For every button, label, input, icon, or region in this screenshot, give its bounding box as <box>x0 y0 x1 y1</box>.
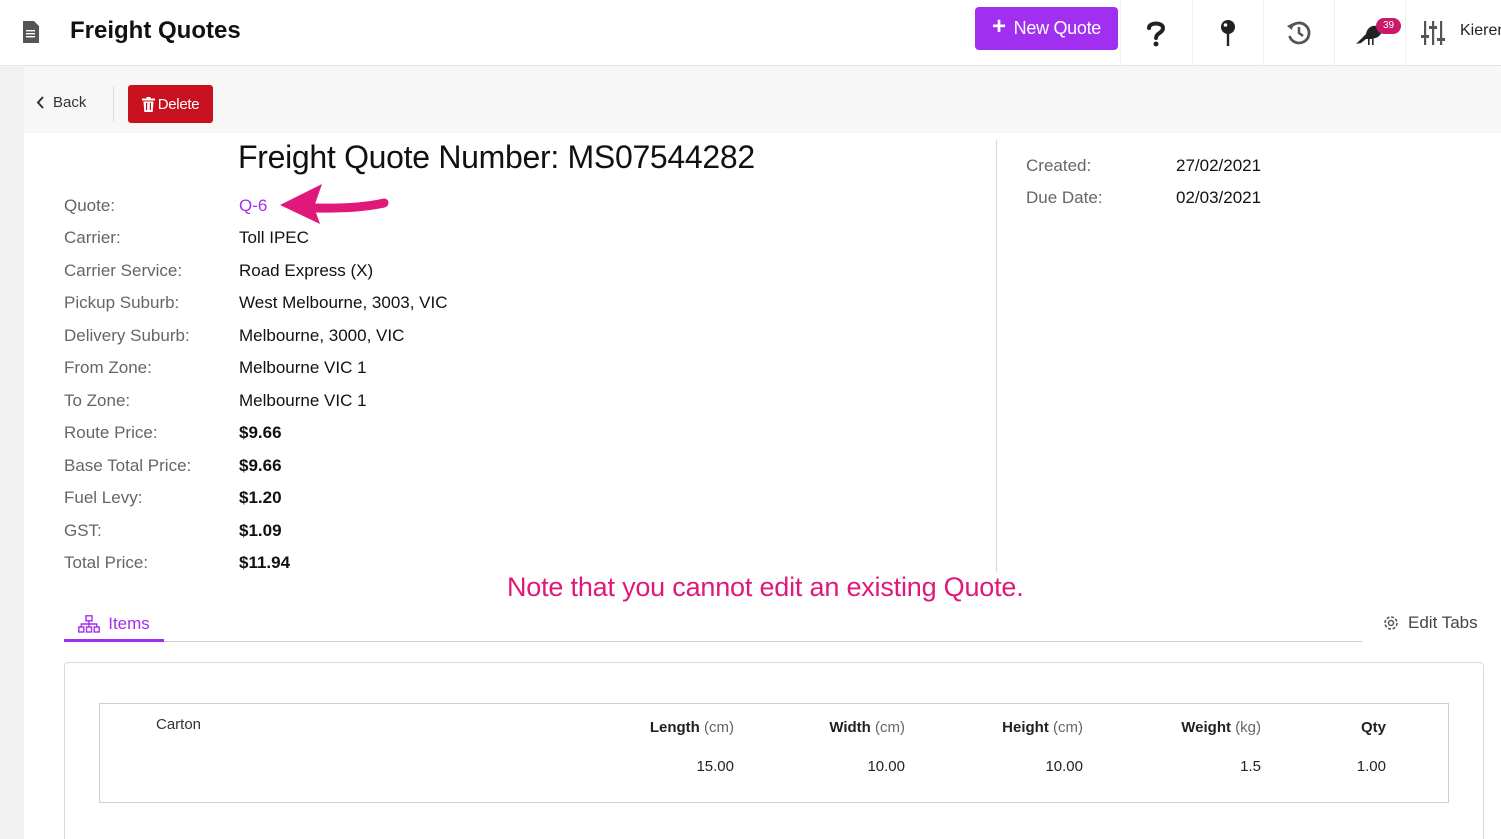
detail-row-total-price: Total Price: $11.94 <box>64 551 290 575</box>
column-header-length: Length (cm) <box>650 719 734 736</box>
back-button[interactable]: Back <box>36 94 86 111</box>
field-value: $9.66 <box>239 456 282 475</box>
item-card <box>99 703 1449 803</box>
delete-label: Delete <box>157 95 200 113</box>
column-unit: (kg) <box>1235 719 1261 736</box>
help-button[interactable] <box>1120 0 1190 66</box>
delete-button[interactable]: Delete <box>128 85 213 123</box>
meta-value: 27/02/2021 <box>1176 156 1262 175</box>
sitemap-icon <box>78 614 101 633</box>
field-value: $9.66 <box>239 423 282 442</box>
field-label: Route Price: <box>64 423 158 442</box>
history-button[interactable] <box>1263 0 1333 66</box>
detail-row-to-zone: To Zone: Melbourne VIC 1 <box>64 389 367 413</box>
detail-row-carrier-service: Carrier Service: Road Express (X) <box>64 259 373 283</box>
meta-label: Created: <box>1026 156 1092 175</box>
field-label: Quote: <box>64 196 116 215</box>
column-name: Width <box>829 719 871 736</box>
detail-row-from-zone: From Zone: Melbourne VIC 1 <box>64 356 367 380</box>
detail-row-pickup-suburb: Pickup Suburb: West Melbourne, 3003, VIC <box>64 291 448 315</box>
meta-row-created: Created: 27/02/2021 <box>1026 154 1261 178</box>
item-qty: 1.00 <box>1356 758 1386 775</box>
field-value: Toll IPEC <box>239 228 309 247</box>
question-mark-icon <box>1146 21 1165 47</box>
top-bar: Freight Quotes + New Quote 39 Kiere <box>0 0 1501 66</box>
app-title: Freight Quotes <box>70 17 241 44</box>
edit-tabs-button[interactable]: Edit Tabs <box>1382 613 1478 633</box>
column-unit: (cm) <box>875 719 905 736</box>
tab-items[interactable]: Items <box>64 608 164 642</box>
field-label: Carrier Service: <box>64 261 183 280</box>
pin-button[interactable] <box>1192 0 1262 66</box>
field-value: Road Express (X) <box>239 261 374 280</box>
field-label: To Zone: <box>64 391 131 410</box>
gear-icon <box>1384 616 1398 630</box>
item-height: 10.00 <box>1045 758 1083 775</box>
detail-row-delivery-suburb: Delivery Suburb: Melbourne, 3000, VIC <box>64 324 404 348</box>
history-icon <box>1286 21 1310 45</box>
field-value: $1.09 <box>239 521 282 540</box>
annotation-note: Note that you cannot edit an existing Qu… <box>507 572 1024 602</box>
detail-row-gst: GST: $1.09 <box>64 519 282 543</box>
left-gutter <box>0 67 24 839</box>
action-bar <box>24 67 1501 133</box>
column-unit: (cm) <box>1053 719 1083 736</box>
column-name: Weight <box>1181 719 1231 736</box>
trash-icon <box>141 96 155 112</box>
detail-row-quote: Quote: Q-6 <box>64 194 267 218</box>
field-label: Total Price: <box>64 553 149 572</box>
field-value: Melbourne VIC 1 <box>239 391 367 410</box>
field-label: Pickup Suburb: <box>64 293 180 312</box>
meta-row-due-date: Due Date: 02/03/2021 <box>1026 186 1261 210</box>
field-value: $1.20 <box>239 488 282 507</box>
field-label: Delivery Suburb: <box>64 326 190 345</box>
detail-row-carrier: Carrier: Toll IPEC <box>64 226 309 250</box>
document-icon <box>23 21 39 43</box>
new-quote-button[interactable]: + New Quote <box>975 7 1118 50</box>
item-weight: 1.5 <box>1240 758 1261 775</box>
detail-row-base-total-price: Base Total Price: $9.66 <box>64 454 282 478</box>
settings-button[interactable] <box>1405 0 1460 66</box>
field-value: Melbourne, 3000, VIC <box>239 326 405 345</box>
column-header-weight: Weight (kg) <box>1181 719 1261 736</box>
column-name: Height <box>1002 719 1049 736</box>
column-header-qty: Qty <box>1361 719 1386 736</box>
vertical-divider <box>996 140 997 572</box>
field-label: From Zone: <box>64 358 152 377</box>
field-value: $11.94 <box>239 553 291 572</box>
detail-row-route-price: Route Price: $9.66 <box>64 421 282 445</box>
tab-items-label: Items <box>108 613 150 633</box>
chevron-left-icon <box>36 96 44 109</box>
column-name: Length <box>649 719 700 736</box>
annotation-arrow <box>280 184 389 224</box>
tab-bar-line <box>64 641 1362 642</box>
notification-badge: 39 <box>1376 18 1401 34</box>
field-label: Carrier: <box>64 228 121 247</box>
item-length: 15.00 <box>696 758 734 775</box>
meta-value: 02/03/2021 <box>1176 188 1262 207</box>
back-label: Back <box>53 94 87 111</box>
field-label: Fuel Levy: <box>64 488 143 507</box>
new-quote-label: New Quote <box>1013 18 1102 38</box>
column-unit: (cm) <box>704 719 734 736</box>
column-name: Qty <box>1360 719 1386 736</box>
field-label: GST: <box>64 521 102 540</box>
toolbar-divider <box>113 86 114 122</box>
pin-icon <box>1220 20 1235 46</box>
user-menu[interactable]: Kieren <box>1460 22 1501 40</box>
page-title: Freight Quote Number: MS07544282 <box>238 139 755 175</box>
detail-row-fuel-levy: Fuel Levy: $1.20 <box>64 486 282 510</box>
field-value: Melbourne VIC 1 <box>239 358 367 377</box>
quote-link[interactable]: Q-6 <box>239 196 267 216</box>
field-value: West Melbourne, 3003, VIC <box>239 293 448 312</box>
field-label: Base Total Price: <box>64 456 192 475</box>
meta-label: Due Date: <box>1026 188 1103 207</box>
plus-icon: + <box>991 13 1006 40</box>
sliders-icon <box>1421 21 1445 45</box>
item-name: Carton <box>156 716 202 733</box>
column-header-width: Width (cm) <box>829 719 905 736</box>
column-header-height: Height (cm) <box>1002 719 1083 736</box>
edit-tabs-label: Edit Tabs <box>1408 613 1478 632</box>
item-width: 10.00 <box>867 758 905 775</box>
